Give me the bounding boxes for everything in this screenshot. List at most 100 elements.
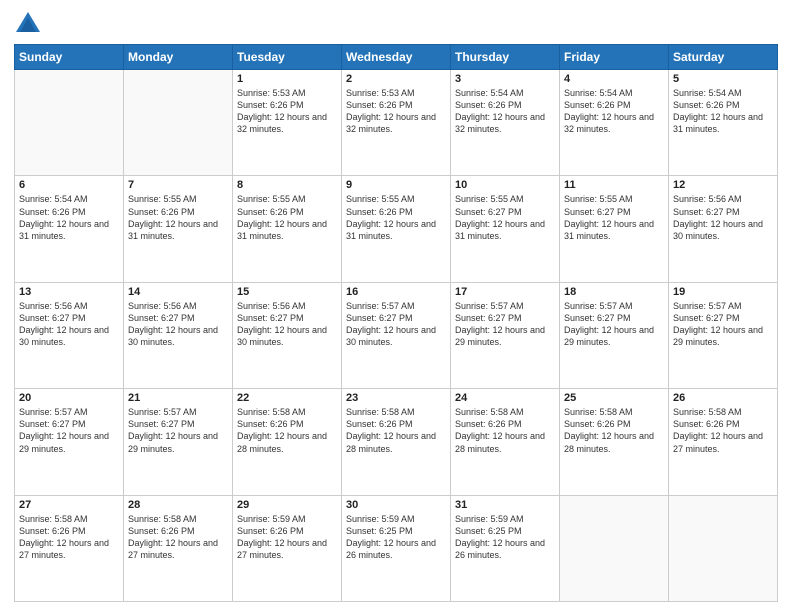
calendar-cell (15, 70, 124, 176)
day-info: Sunrise: 5:54 AM Sunset: 6:26 PM Dayligh… (564, 87, 664, 136)
calendar-cell: 11 Sunrise: 5:55 AM Sunset: 6:27 PM Dayli… (560, 176, 669, 282)
calendar-cell: 19 Sunrise: 5:57 AM Sunset: 6:27 PM Dayli… (669, 282, 778, 388)
day-number: 4 (564, 73, 664, 85)
calendar-cell: 3 Sunrise: 5:54 AM Sunset: 6:26 PM Daylig… (451, 70, 560, 176)
calendar-cell: 12 Sunrise: 5:56 AM Sunset: 6:27 PM Dayli… (669, 176, 778, 282)
day-info: Sunrise: 5:57 AM Sunset: 6:27 PM Dayligh… (673, 300, 773, 349)
logo (14, 10, 46, 38)
calendar-header-friday: Friday (560, 45, 669, 70)
calendar-header-thursday: Thursday (451, 45, 560, 70)
day-info: Sunrise: 5:57 AM Sunset: 6:27 PM Dayligh… (455, 300, 555, 349)
day-number: 7 (128, 179, 228, 191)
day-number: 28 (128, 499, 228, 511)
calendar-cell: 1 Sunrise: 5:53 AM Sunset: 6:26 PM Daylig… (233, 70, 342, 176)
day-info: Sunrise: 5:58 AM Sunset: 6:26 PM Dayligh… (346, 406, 446, 455)
day-number: 11 (564, 179, 664, 191)
day-info: Sunrise: 5:59 AM Sunset: 6:25 PM Dayligh… (346, 513, 446, 562)
day-number: 3 (455, 73, 555, 85)
day-info: Sunrise: 5:54 AM Sunset: 6:26 PM Dayligh… (673, 87, 773, 136)
calendar-cell: 21 Sunrise: 5:57 AM Sunset: 6:27 PM Dayli… (124, 389, 233, 495)
day-info: Sunrise: 5:56 AM Sunset: 6:27 PM Dayligh… (673, 193, 773, 242)
calendar-header-wednesday: Wednesday (342, 45, 451, 70)
day-number: 31 (455, 499, 555, 511)
day-number: 26 (673, 392, 773, 404)
day-number: 20 (19, 392, 119, 404)
calendar-week-1: 1 Sunrise: 5:53 AM Sunset: 6:26 PM Daylig… (15, 70, 778, 176)
calendar-cell: 8 Sunrise: 5:55 AM Sunset: 6:26 PM Daylig… (233, 176, 342, 282)
calendar-header-sunday: Sunday (15, 45, 124, 70)
calendar-cell: 9Sunrise: 5:55 AM Sunset: 6:26 PM Daylig… (342, 176, 451, 282)
calendar-cell: 29 Sunrise: 5:59 AM Sunset: 6:26 PM Dayli… (233, 495, 342, 601)
day-info: Sunrise: 5:55 AM Sunset: 6:26 PM Dayligh… (237, 193, 337, 242)
day-number: 2 (346, 73, 446, 85)
day-info: Sunrise: 5:58 AM Sunset: 6:26 PM Dayligh… (564, 406, 664, 455)
day-number: 19 (673, 286, 773, 298)
day-info: Sunrise: 5:57 AM Sunset: 6:27 PM Dayligh… (128, 406, 228, 455)
calendar-cell: 23 Sunrise: 5:58 AM Sunset: 6:26 PM Dayli… (342, 389, 451, 495)
day-number: 30 (346, 499, 446, 511)
day-number: 10 (455, 179, 555, 191)
calendar-week-3: 13Sunrise: 5:56 AM Sunset: 6:27 PM Dayli… (15, 282, 778, 388)
calendar-cell: 10 Sunrise: 5:55 AM Sunset: 6:27 PM Dayli… (451, 176, 560, 282)
calendar-cell: 17 Sunrise: 5:57 AM Sunset: 6:27 PM Dayli… (451, 282, 560, 388)
calendar-cell: 13Sunrise: 5:56 AM Sunset: 6:27 PM Dayli… (15, 282, 124, 388)
day-info: Sunrise: 5:55 AM Sunset: 6:27 PM Dayligh… (564, 193, 664, 242)
day-number: 14 (128, 286, 228, 298)
day-info: Sunrise: 5:55 AM Sunset: 6:26 PM Dayligh… (346, 193, 446, 242)
day-number: 12 (673, 179, 773, 191)
day-number: 25 (564, 392, 664, 404)
day-info: Sunrise: 5:54 AM Sunset: 6:26 PM Dayligh… (455, 87, 555, 136)
calendar-header-tuesday: Tuesday (233, 45, 342, 70)
calendar-week-5: 27 Sunrise: 5:58 AM Sunset: 6:26 PM Dayli… (15, 495, 778, 601)
day-number: 1 (237, 73, 337, 85)
day-info: Sunrise: 5:58 AM Sunset: 6:26 PM Dayligh… (455, 406, 555, 455)
logo-icon (14, 10, 42, 38)
calendar-cell: 25 Sunrise: 5:58 AM Sunset: 6:26 PM Dayli… (560, 389, 669, 495)
day-info: Sunrise: 5:55 AM Sunset: 6:26 PM Dayligh… (128, 193, 228, 242)
calendar-cell: 18Sunrise: 5:57 AM Sunset: 6:27 PM Dayli… (560, 282, 669, 388)
day-number: 5 (673, 73, 773, 85)
day-number: 17 (455, 286, 555, 298)
calendar-cell: 20 Sunrise: 5:57 AM Sunset: 6:27 PM Dayli… (15, 389, 124, 495)
day-number: 8 (237, 179, 337, 191)
calendar-table: SundayMondayTuesdayWednesdayThursdayFrid… (14, 44, 778, 602)
day-info: Sunrise: 5:55 AM Sunset: 6:27 PM Dayligh… (455, 193, 555, 242)
calendar-header-monday: Monday (124, 45, 233, 70)
day-info: Sunrise: 5:58 AM Sunset: 6:26 PM Dayligh… (19, 513, 119, 562)
day-number: 21 (128, 392, 228, 404)
calendar-cell: 24 Sunrise: 5:58 AM Sunset: 6:26 PM Dayli… (451, 389, 560, 495)
day-info: Sunrise: 5:54 AM Sunset: 6:26 PM Dayligh… (19, 193, 119, 242)
day-info: Sunrise: 5:57 AM Sunset: 6:27 PM Dayligh… (19, 406, 119, 455)
day-number: 27 (19, 499, 119, 511)
day-info: Sunrise: 5:56 AM Sunset: 6:27 PM Dayligh… (237, 300, 337, 349)
calendar-cell: 2 Sunrise: 5:53 AM Sunset: 6:26 PM Daylig… (342, 70, 451, 176)
calendar-cell: 30 Sunrise: 5:59 AM Sunset: 6:25 PM Dayli… (342, 495, 451, 601)
calendar-cell: 26 Sunrise: 5:58 AM Sunset: 6:26 PM Dayli… (669, 389, 778, 495)
day-number: 29 (237, 499, 337, 511)
calendar-cell: 7 Sunrise: 5:55 AM Sunset: 6:26 PM Daylig… (124, 176, 233, 282)
day-number: 23 (346, 392, 446, 404)
calendar-week-4: 20 Sunrise: 5:57 AM Sunset: 6:27 PM Dayli… (15, 389, 778, 495)
calendar-cell: 27 Sunrise: 5:58 AM Sunset: 6:26 PM Dayli… (15, 495, 124, 601)
day-info: Sunrise: 5:58 AM Sunset: 6:26 PM Dayligh… (673, 406, 773, 455)
calendar-cell (124, 70, 233, 176)
day-info: Sunrise: 5:56 AM Sunset: 6:27 PM Dayligh… (19, 300, 119, 349)
calendar-header-row: SundayMondayTuesdayWednesdayThursdayFrid… (15, 45, 778, 70)
calendar-cell: 4 Sunrise: 5:54 AM Sunset: 6:26 PM Daylig… (560, 70, 669, 176)
calendar-cell: 14Sunrise: 5:56 AM Sunset: 6:27 PM Dayli… (124, 282, 233, 388)
day-info: Sunrise: 5:53 AM Sunset: 6:26 PM Dayligh… (346, 87, 446, 136)
day-info: Sunrise: 5:58 AM Sunset: 6:26 PM Dayligh… (128, 513, 228, 562)
calendar-cell (669, 495, 778, 601)
day-info: Sunrise: 5:53 AM Sunset: 6:26 PM Dayligh… (237, 87, 337, 136)
day-info: Sunrise: 5:57 AM Sunset: 6:27 PM Dayligh… (564, 300, 664, 349)
day-info: Sunrise: 5:57 AM Sunset: 6:27 PM Dayligh… (346, 300, 446, 349)
calendar-cell: 6 Sunrise: 5:54 AM Sunset: 6:26 PM Daylig… (15, 176, 124, 282)
day-info: Sunrise: 5:59 AM Sunset: 6:26 PM Dayligh… (237, 513, 337, 562)
calendar-header-saturday: Saturday (669, 45, 778, 70)
day-number: 15 (237, 286, 337, 298)
page: SundayMondayTuesdayWednesdayThursdayFrid… (0, 0, 792, 612)
header (14, 10, 778, 38)
calendar-cell (560, 495, 669, 601)
day-number: 24 (455, 392, 555, 404)
day-number: 6 (19, 179, 119, 191)
